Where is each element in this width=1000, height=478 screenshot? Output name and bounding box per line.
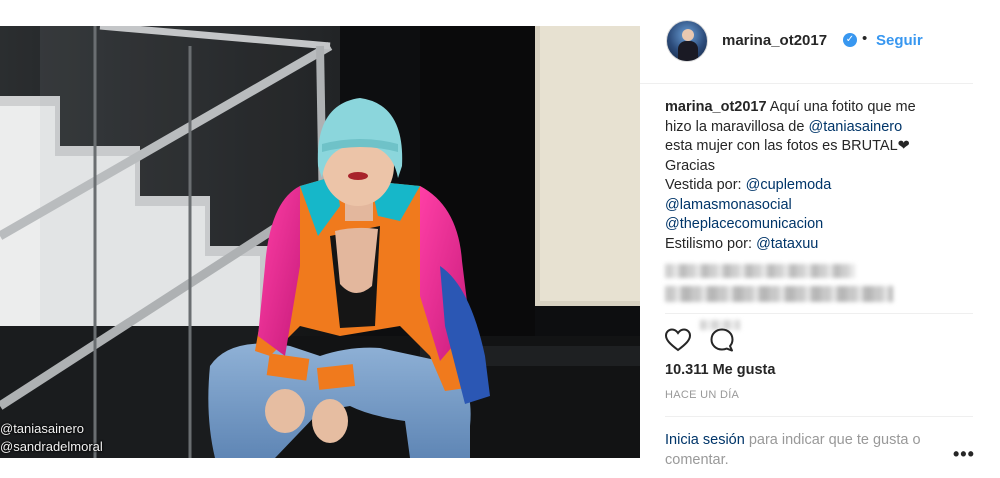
avatar-body	[678, 41, 698, 61]
more-options-icon[interactable]: •••	[953, 444, 975, 465]
post-header: marina_ot2017 ✓ • Seguir	[640, 0, 973, 84]
caption-mention-link[interactable]: @cuplemoda	[746, 177, 832, 193]
caption-text: Estilismo por:	[665, 235, 757, 252]
caption-divider	[665, 313, 973, 314]
footer-divider	[665, 416, 973, 417]
caption-line: Vestida por: @cuplemoda	[665, 176, 970, 196]
redacted-comment	[665, 264, 855, 278]
login-link[interactable]: Inicia sesión	[665, 432, 745, 448]
photo-top-margin	[0, 0, 640, 26]
post-side-panel: marina_ot2017 ✓ • Seguir marina_ot2017 A…	[640, 0, 1000, 478]
caption-mention-link[interactable]: @taniasainero	[808, 119, 902, 135]
caption-line: hizo la maravillosa de @taniasainero	[665, 118, 970, 138]
caption-line: marina_ot2017 Aquí una fotito que me	[665, 98, 970, 118]
caption-mention-link[interactable]: @theplacecomunicacion	[665, 216, 823, 232]
caption-text: Gracias	[665, 157, 715, 174]
redacted-comment	[665, 286, 893, 302]
caption-text: hizo la maravillosa de	[665, 118, 809, 135]
caption-text: Aquí una fotito que me	[769, 99, 916, 115]
like-count[interactable]: 10.311 Me gusta	[665, 362, 775, 378]
verified-badge-icon: ✓	[843, 33, 857, 47]
post-caption: marina_ot2017 Aquí una fotito que me hizo…	[665, 98, 970, 254]
avatar-head	[682, 29, 694, 41]
caption-author[interactable]: marina_ot2017	[665, 99, 767, 115]
photo-credit-mua: @sandradelmoral	[0, 439, 103, 454]
post-timestamp[interactable]: HACE UN DÍA	[665, 389, 739, 401]
photo-image	[0, 26, 640, 458]
avatar[interactable]	[666, 20, 708, 62]
photo-credit-photographer: @taniasainero	[0, 421, 85, 436]
post-photo[interactable]: @taniasainero @sandradelmoral	[0, 0, 640, 478]
caption-text: Vestida por:	[665, 177, 746, 193]
caption-line: @lamasmonasocial	[665, 196, 970, 216]
photo-bottom-margin	[0, 458, 640, 478]
caption-mention-link[interactable]: @tataxuu	[756, 236, 818, 252]
caption-line: Estilismo por: @tataxuu	[665, 235, 970, 255]
heart-icon[interactable]	[664, 326, 692, 354]
caption-line: @theplacecomunicacion	[665, 215, 970, 235]
caption-line: esta mujer con las fotos es BRUTAL❤	[665, 137, 970, 157]
username-link[interactable]: marina_ot2017	[722, 32, 827, 49]
comment-icon[interactable]	[708, 326, 736, 354]
caption-text: esta mujer con las fotos es BRUTAL❤	[665, 138, 910, 154]
caption-line: Gracias	[665, 157, 970, 177]
follow-button[interactable]: Seguir	[876, 32, 923, 49]
caption-mention-link[interactable]: @lamasmonasocial	[665, 197, 792, 213]
login-prompt: Inicia sesión para indicar que te gusta …	[665, 430, 965, 470]
header-separator: •	[862, 30, 868, 47]
